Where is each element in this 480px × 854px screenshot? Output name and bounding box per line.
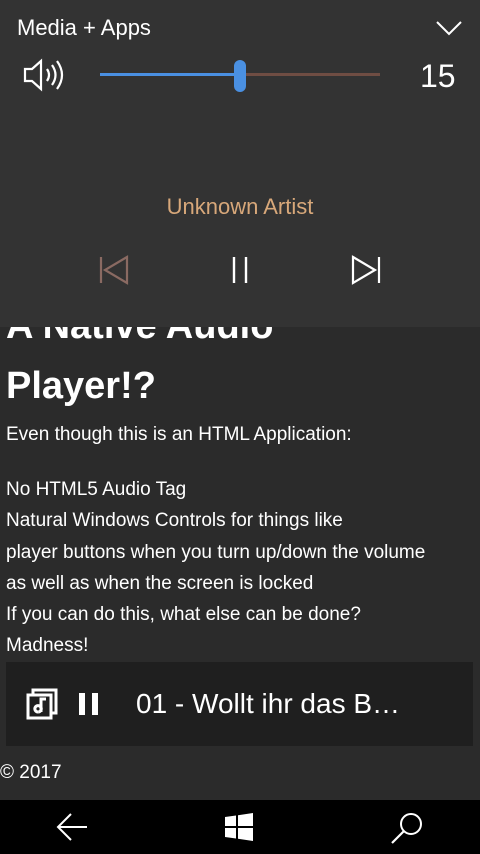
previous-track-icon[interactable] <box>98 255 130 290</box>
search-icon[interactable] <box>390 811 424 850</box>
feature-list: No HTML5 Audio Tag Natural Windows Contr… <box>6 474 425 662</box>
artist-name: Unknown Artist <box>166 194 314 219</box>
next-track-icon[interactable] <box>350 255 382 290</box>
music-note-icon <box>26 688 58 725</box>
feature-line: No HTML5 Audio Tag <box>6 479 187 500</box>
speaker-icon[interactable] <box>22 58 64 97</box>
chevron-down-icon[interactable] <box>436 20 462 41</box>
now-playing-title[interactable]: 01 - Wollt ihr das B… <box>136 686 400 722</box>
copyright-text: © 2017 <box>0 762 62 783</box>
pause-icon[interactable] <box>78 692 100 721</box>
flyout-title: Media + Apps <box>17 15 151 40</box>
pause-icon[interactable] <box>228 255 252 290</box>
volume-flyout: Media + Apps 15 Unknown Artist <box>0 0 480 327</box>
volume-value: 15 <box>420 58 456 94</box>
feature-line: Natural Windows Controls for things like <box>6 510 343 532</box>
windows-logo-icon[interactable] <box>224 812 254 847</box>
page-heading-line2: Player!? <box>6 365 156 407</box>
volume-slider-fill <box>100 73 240 76</box>
volume-slider[interactable] <box>100 60 380 92</box>
feature-line: as well as when the screen is locked <box>6 572 314 594</box>
feature-line: If you can do this, what else can be don… <box>6 604 361 626</box>
volume-slider-thumb[interactable] <box>234 60 246 92</box>
now-playing-bar[interactable]: 01 - Wollt ihr das B… <box>6 662 473 746</box>
feature-line: Madness! <box>6 635 89 657</box>
feature-line: player buttons when you turn up/down the… <box>6 541 426 563</box>
intro-text: Even though this is an HTML Application: <box>6 424 352 445</box>
navigation-bar <box>0 800 480 854</box>
back-arrow-icon[interactable] <box>56 812 88 847</box>
